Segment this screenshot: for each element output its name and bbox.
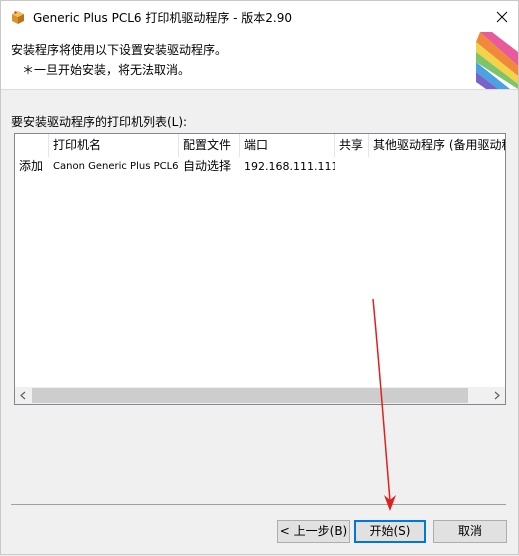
row-config-file-cell: 自动选择 [183, 159, 232, 173]
column-header-printer-name[interactable]: 打印机名 [49, 134, 179, 157]
printer-list-label: 要安装驱动程序的打印机列表(L): [11, 115, 188, 129]
column-header-port[interactable]: 端口 [240, 134, 335, 157]
row-printer-name-cell: Canon Generic Plus PCL6 [53, 161, 179, 172]
column-header-config-file[interactable]: 配置文件 [179, 134, 240, 157]
scroll-left-arrow-icon[interactable] [15, 387, 32, 404]
row-other-drivers-cell [369, 157, 505, 176]
scrollbar-thumb[interactable] [32, 388, 468, 403]
back-button[interactable]: < 上一步(B) [277, 520, 350, 543]
table-row[interactable]: 添加 Canon Generic Plus PCL6 自动选择 192.168.… [15, 157, 505, 176]
footer-divider [11, 504, 506, 505]
row-action-cell: 添加 [19, 159, 44, 173]
window-title: Generic Plus PCL6 打印机驱动程序 - 版本2.90 [33, 11, 293, 25]
title-bar[interactable]: Generic Plus PCL6 打印机驱动程序 - 版本2.90 [1, 1, 518, 32]
canon-banner-graphic [476, 32, 518, 89]
row-port-cell: 192.168.111.111 [244, 160, 335, 173]
cancel-button[interactable]: 取消 [433, 520, 507, 543]
installer-box-icon [12, 11, 24, 24]
scroll-right-arrow-icon[interactable] [488, 387, 505, 404]
start-button[interactable]: 开始(S) [354, 520, 426, 543]
column-header-shared[interactable]: 共享 [335, 134, 369, 157]
horizontal-scrollbar[interactable] [15, 387, 505, 404]
banner-message: 安装程序将使用以下设置安装驱动程序。 [11, 43, 228, 57]
list-header: 打印机名 配置文件 端口 共享 其他驱动程序 (备用驱动程 [15, 134, 505, 157]
printer-list[interactable]: 打印机名 配置文件 端口 共享 其他驱动程序 (备用驱动程 添加 Canon G… [14, 133, 506, 405]
column-header-other-drivers[interactable]: 其他驱动程序 (备用驱动程 [369, 134, 505, 157]
installer-window: Generic Plus PCL6 打印机驱动程序 - 版本2.90 安装程序将… [0, 0, 519, 555]
close-icon[interactable] [490, 5, 514, 29]
banner-warning: ＊一旦开始安装，将无法取消。 [22, 63, 191, 77]
column-header-action[interactable] [15, 134, 49, 157]
header-banner: 安装程序将使用以下设置安装驱动程序。 ＊一旦开始安装，将无法取消。 [1, 32, 518, 90]
row-shared-cell [335, 157, 369, 176]
